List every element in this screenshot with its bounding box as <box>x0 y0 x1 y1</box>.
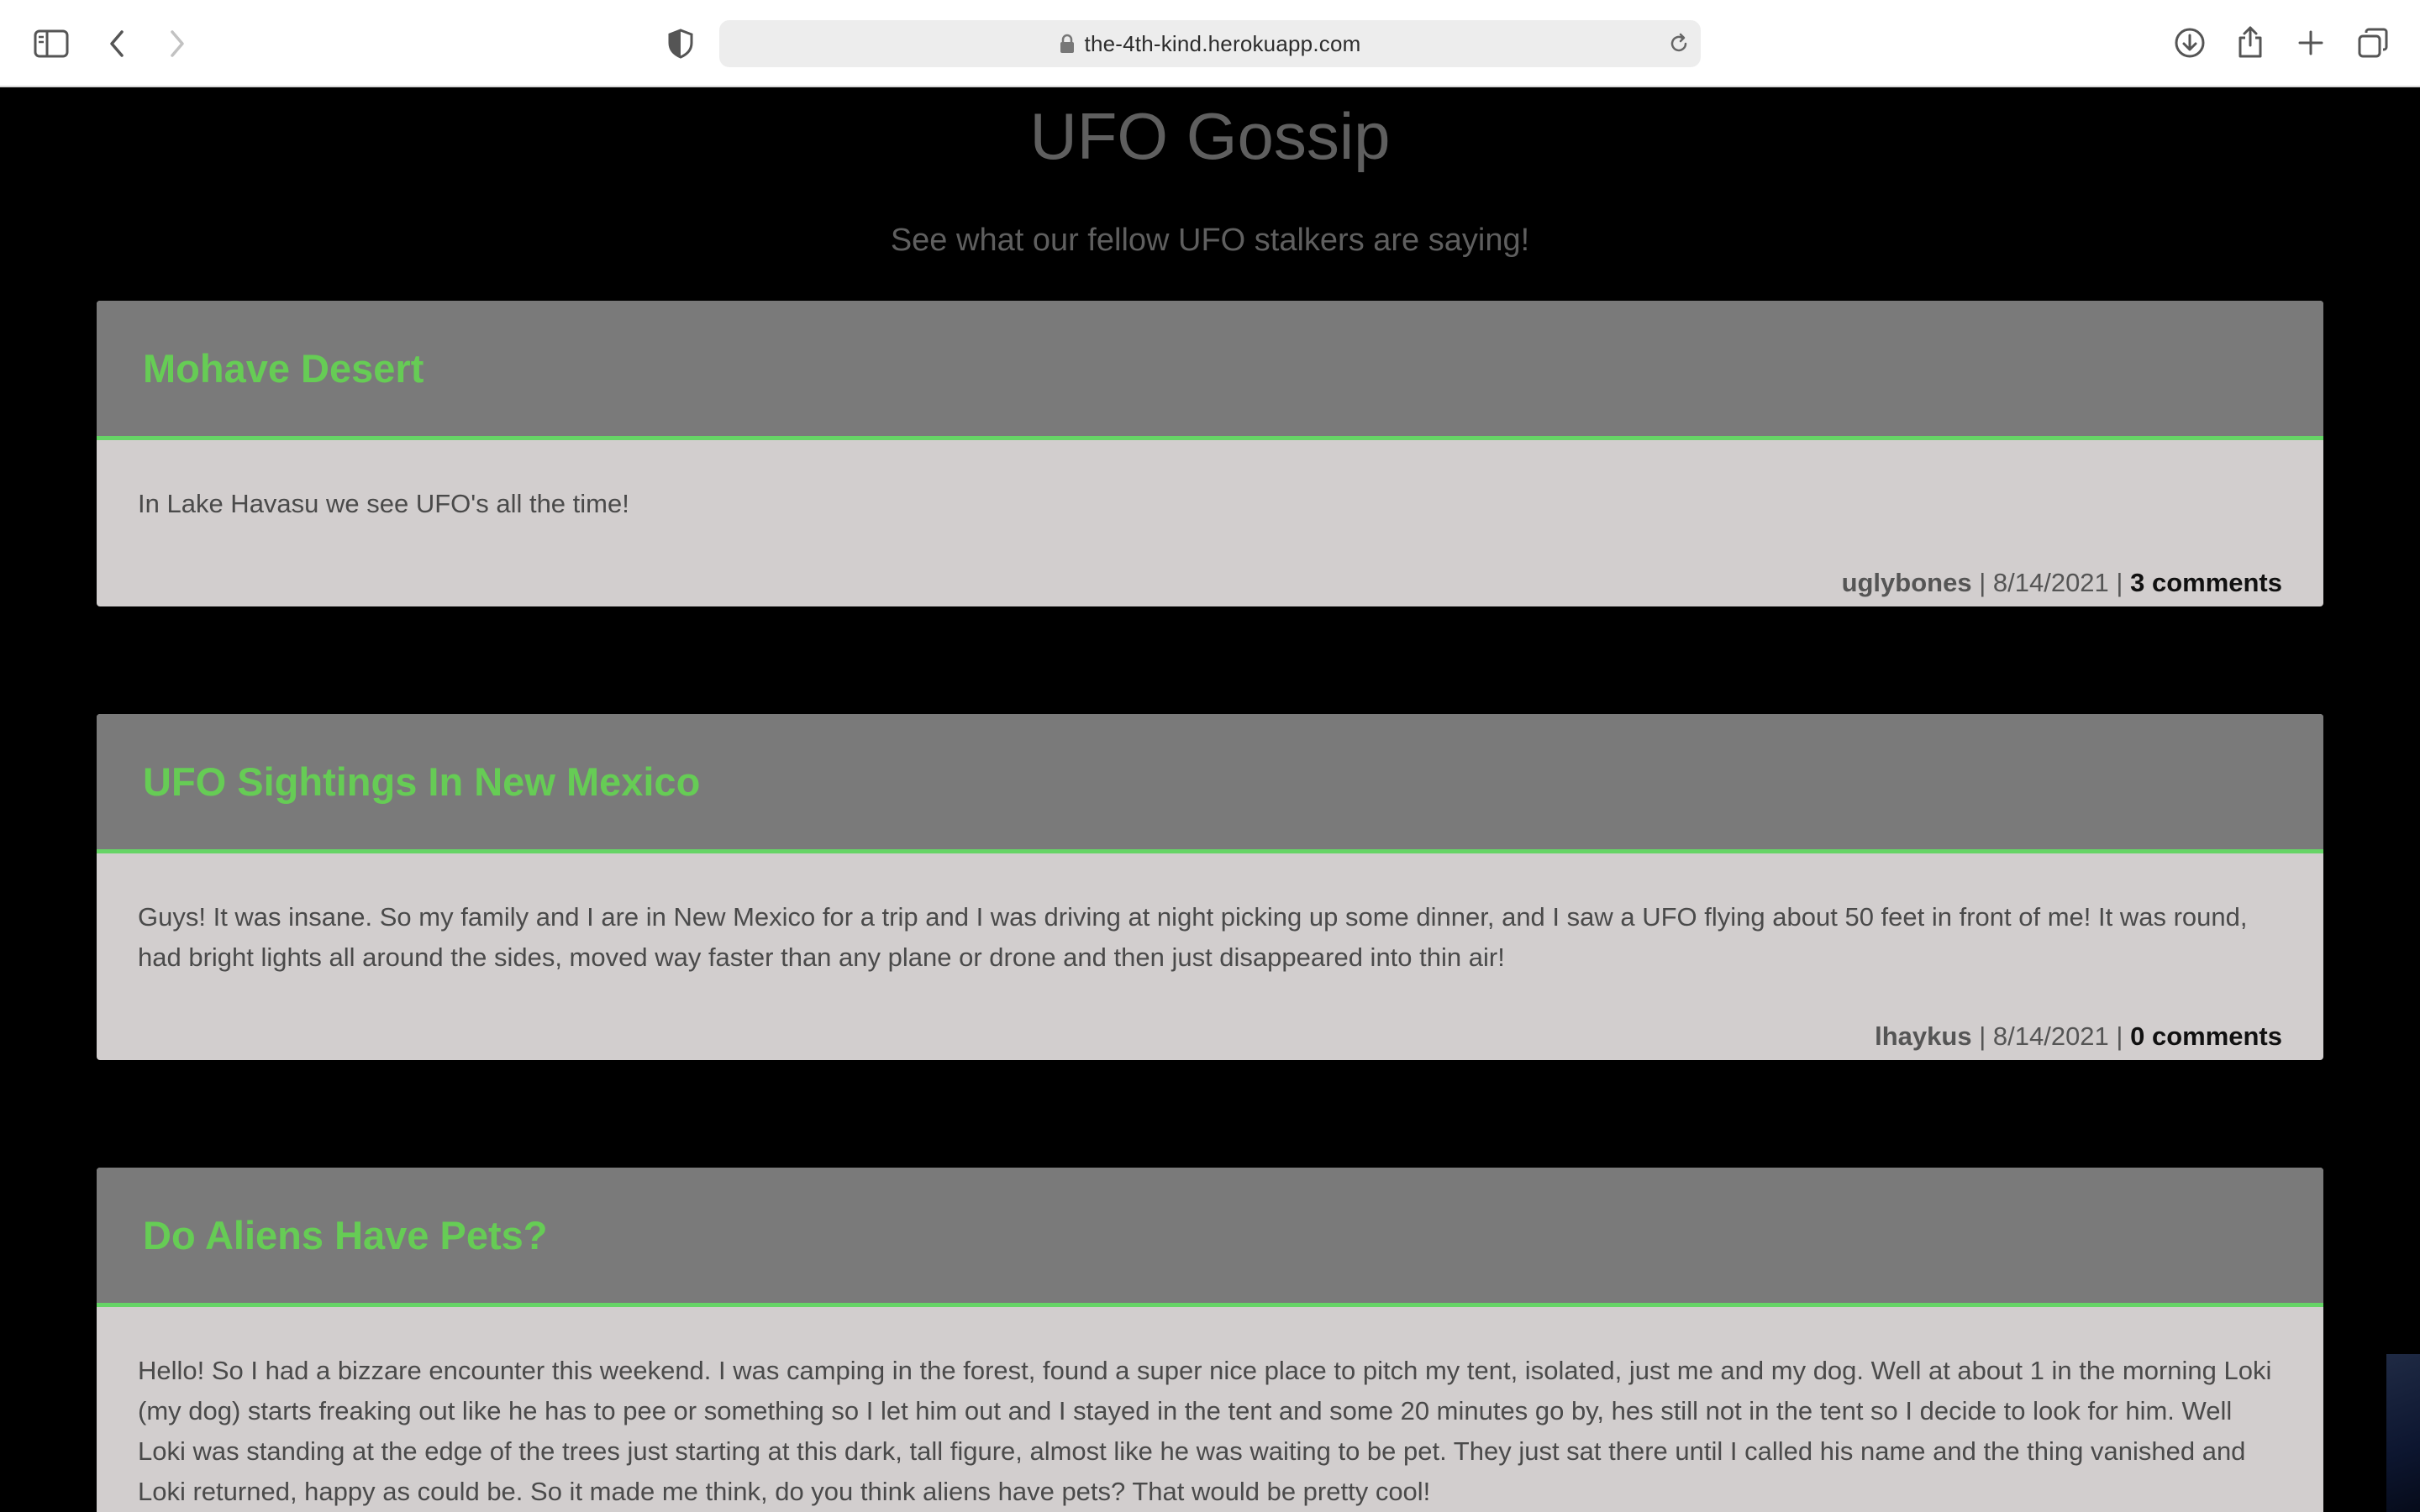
post-date: 8/14/2021 <box>1992 568 2109 597</box>
address-bar[interactable]: the-4th-kind.herokuapp.com <box>719 20 1701 67</box>
post-comments-link[interactable]: 3 comments <box>2130 568 2282 597</box>
post-header: Do Aliens Have Pets? <box>97 1168 2323 1307</box>
new-tab-icon[interactable] <box>2296 27 2326 59</box>
post-title[interactable]: Mohave Desert <box>143 345 424 391</box>
url-text: the-4th-kind.herokuapp.com <box>1084 30 1361 56</box>
post-meta: uglybones | 8/14/2021 | 3 comments <box>1842 566 2282 600</box>
post-title[interactable]: UFO Sightings In New Mexico <box>143 759 700 805</box>
browser-toolbar: the-4th-kind.herokuapp.com <box>0 0 2420 87</box>
meta-separator: | <box>1979 1021 1993 1051</box>
post-author[interactable]: uglybones <box>1842 568 1972 597</box>
meta-separator: | <box>2116 1021 2131 1051</box>
post-card: Mohave Desert In Lake Havasu we see UFO'… <box>97 301 2323 606</box>
background-image-fragment <box>2386 1354 2420 1512</box>
post-author[interactable]: lhaykus <box>1875 1021 1971 1051</box>
page-subtitle: See what our fellow UFO stalkers are say… <box>890 223 1530 258</box>
post-body: Hello! So I had a bizzare encounter this… <box>138 1356 2272 1506</box>
back-icon[interactable] <box>104 27 129 60</box>
post-header: UFO Sightings In New Mexico <box>97 714 2323 853</box>
download-icon[interactable] <box>2173 25 2207 60</box>
post-comments-link[interactable]: 0 comments <box>2130 1021 2282 1051</box>
post-body: Guys! It was insane. So my family and I … <box>138 902 2248 972</box>
post-date: 8/14/2021 <box>1992 1021 2109 1051</box>
reload-icon[interactable] <box>1667 32 1691 55</box>
share-icon[interactable] <box>2235 24 2265 60</box>
meta-separator: | <box>2116 568 2131 597</box>
shield-icon[interactable] <box>666 27 696 60</box>
post-header: Mohave Desert <box>97 301 2323 440</box>
post-card: UFO Sightings In New Mexico Guys! It was… <box>97 714 2323 1060</box>
sidebar-icon[interactable] <box>32 27 71 60</box>
post-body: In Lake Havasu we see UFO's all the time… <box>138 489 629 518</box>
post-meta: lhaykus | 8/14/2021 | 0 comments <box>1875 1020 2282 1053</box>
lock-icon <box>1060 34 1075 54</box>
post-card: Do Aliens Have Pets? Hello! So I had a b… <box>97 1168 2323 1512</box>
forward-icon[interactable] <box>165 27 190 60</box>
post-title[interactable]: Do Aliens Have Pets? <box>143 1212 547 1258</box>
page-title: UFO Gossip <box>1029 99 1391 173</box>
tab-overview-icon[interactable] <box>2356 25 2390 60</box>
meta-separator: | <box>1979 568 1993 597</box>
